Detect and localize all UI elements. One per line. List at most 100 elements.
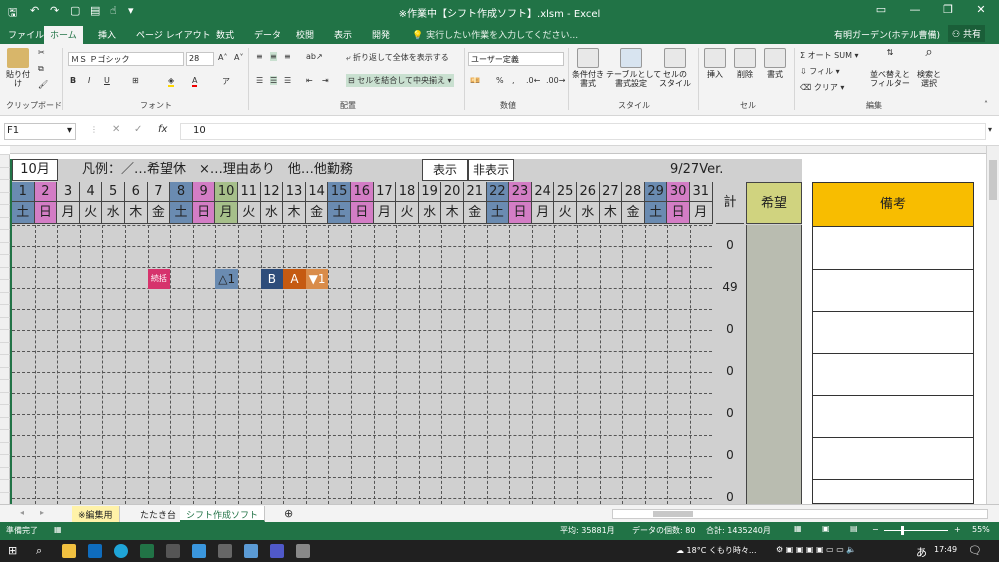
weekday-cell[interactable]: 日 bbox=[509, 202, 532, 224]
day-cell[interactable]: 27 bbox=[599, 182, 623, 202]
tab-formulas[interactable]: 数式 bbox=[216, 28, 234, 41]
app-icon[interactable] bbox=[166, 544, 180, 558]
weekday-cell[interactable]: 木 bbox=[599, 202, 623, 224]
day-cell[interactable]: 16 bbox=[351, 182, 374, 202]
day-cell[interactable]: 25 bbox=[554, 182, 577, 202]
outlook-icon[interactable] bbox=[88, 544, 102, 558]
camera-icon[interactable] bbox=[218, 544, 232, 558]
page-layout-view-icon[interactable]: ▣ bbox=[822, 524, 830, 533]
total-header[interactable]: 計 bbox=[716, 182, 744, 224]
day-cell[interactable]: 20 bbox=[441, 182, 464, 202]
app-icon[interactable] bbox=[244, 544, 258, 558]
align-bottom-icon[interactable]: ≡ bbox=[284, 52, 291, 61]
weekday-cell[interactable]: 火 bbox=[79, 202, 103, 224]
number-format-select[interactable]: ユーザー定義 bbox=[468, 52, 564, 66]
day-cell[interactable]: 4 bbox=[79, 182, 103, 202]
day-cell[interactable]: 6 bbox=[125, 182, 148, 202]
sheet-tab-shift[interactable]: シフト作成ソフト bbox=[180, 506, 266, 522]
shrink-font-icon[interactable]: A˅ bbox=[234, 53, 243, 62]
tell-me-box[interactable]: 💡 実行したい作業を入力してください... bbox=[412, 28, 578, 41]
weekday-cell[interactable]: 月 bbox=[373, 202, 397, 224]
day-cell[interactable]: 26 bbox=[577, 182, 600, 202]
delete-cells-button[interactable]: 削除 bbox=[732, 48, 758, 79]
weekday-cell[interactable]: 土 bbox=[12, 202, 35, 224]
tab-developer[interactable]: 開発 bbox=[372, 28, 390, 41]
tab-review[interactable]: 校閲 bbox=[296, 28, 314, 41]
name-box[interactable]: F1 ▾ bbox=[4, 123, 76, 140]
tab-home[interactable]: ホーム bbox=[44, 26, 83, 44]
file-explorer-icon[interactable] bbox=[62, 544, 76, 558]
scroll-thumb[interactable] bbox=[989, 160, 997, 200]
weather-widget[interactable]: ☁ 18°C くもり時々... bbox=[676, 545, 756, 556]
shift-mark[interactable]: ▼1 bbox=[305, 269, 329, 289]
add-sheet-icon[interactable]: ⊕ bbox=[284, 507, 293, 520]
align-center-icon[interactable]: ☰ bbox=[270, 76, 278, 85]
decrease-decimal-icon[interactable]: .00→ bbox=[546, 76, 565, 85]
weekday-cell[interactable]: 日 bbox=[192, 202, 216, 224]
day-cell[interactable]: 17 bbox=[373, 182, 397, 202]
weekday-cell[interactable]: 月 bbox=[690, 202, 713, 224]
row-headers[interactable] bbox=[0, 154, 10, 504]
comma-icon[interactable]: , bbox=[512, 76, 515, 85]
weekday-cell[interactable]: 土 bbox=[644, 202, 668, 224]
insert-function-icon[interactable]: fx bbox=[158, 124, 167, 135]
legend-text[interactable]: 凡例：／…希望休 ×…理由あり 他…他勤務 bbox=[82, 159, 422, 181]
weekday-cell[interactable]: 土 bbox=[328, 202, 351, 224]
weekday-cell[interactable]: 木 bbox=[125, 202, 148, 224]
zoom-level[interactable]: 55% bbox=[972, 525, 990, 534]
underline-icon[interactable]: U bbox=[104, 76, 110, 85]
bold-icon[interactable]: B bbox=[70, 76, 76, 85]
conditional-format-button[interactable]: 条件付き 書式 bbox=[570, 48, 606, 88]
day-cell[interactable]: 14 bbox=[305, 182, 329, 202]
ime-indicator[interactable]: あ bbox=[916, 544, 927, 560]
weekday-cell[interactable]: 月 bbox=[531, 202, 555, 224]
autosum-button[interactable]: Σ オート SUM ▾ bbox=[800, 50, 859, 61]
total-cell[interactable]: 0 bbox=[716, 319, 744, 339]
day-cell[interactable]: 7 bbox=[147, 182, 171, 202]
font-color-icon[interactable]: A bbox=[192, 76, 198, 87]
wish-column[interactable] bbox=[746, 225, 802, 504]
currency-icon[interactable]: 💴 bbox=[470, 76, 480, 85]
insert-cells-button[interactable]: 挿入 bbox=[702, 48, 728, 79]
shift-mark[interactable]: △1 bbox=[215, 269, 238, 289]
weekday-cell[interactable]: 木 bbox=[283, 202, 306, 224]
cut-icon[interactable]: ✂ bbox=[38, 48, 45, 57]
teams-icon[interactable] bbox=[270, 544, 284, 558]
hscroll-thumb[interactable] bbox=[653, 511, 693, 517]
day-cell[interactable]: 12 bbox=[260, 182, 284, 202]
ribbon-display-icon[interactable]: ▭ bbox=[866, 3, 896, 16]
total-cell[interactable]: 0 bbox=[716, 235, 744, 255]
align-top-icon[interactable]: ≡ bbox=[256, 52, 263, 61]
tab-data[interactable]: データ bbox=[254, 28, 281, 41]
cancel-icon[interactable]: ✕ bbox=[112, 124, 120, 135]
total-cell[interactable]: 0 bbox=[716, 487, 744, 504]
weekday-cell[interactable]: 金 bbox=[464, 202, 487, 224]
grow-font-icon[interactable]: A˄ bbox=[218, 53, 227, 62]
indent-increase-icon[interactable]: ⇥ bbox=[322, 76, 329, 85]
italic-icon[interactable]: I bbox=[88, 76, 90, 85]
day-cell[interactable]: 29 bbox=[644, 182, 668, 202]
wish-header[interactable]: 希望 bbox=[746, 182, 802, 224]
weekday-cell[interactable]: 火 bbox=[396, 202, 419, 224]
find-select-button[interactable]: ⌕ 検索と 選択 bbox=[914, 46, 944, 88]
excel-icon[interactable] bbox=[140, 544, 154, 558]
day-cell[interactable]: 31 bbox=[690, 182, 713, 202]
worksheet[interactable]: 10月 凡例：／…希望休 ×…理由あり 他…他勤務 表示 非表示 9/27Ver… bbox=[0, 146, 999, 504]
format-cells-button[interactable]: 書式 bbox=[762, 48, 788, 79]
weekday-cell[interactable]: 火 bbox=[554, 202, 577, 224]
show-button[interactable]: 表示 bbox=[422, 159, 468, 181]
phonetic-icon[interactable]: ア bbox=[222, 76, 230, 87]
day-cell[interactable]: 5 bbox=[102, 182, 125, 202]
wrap-text-button[interactable]: ⤶ 折り返して全体を表示する bbox=[346, 52, 449, 63]
tab-file[interactable]: ファイル bbox=[8, 28, 44, 41]
share-button[interactable]: ⚇ 共有 bbox=[948, 25, 985, 42]
version-label[interactable]: 9/27Ver. bbox=[670, 159, 746, 181]
day-cell[interactable]: 15 bbox=[328, 182, 351, 202]
align-right-icon[interactable]: ☰ bbox=[284, 76, 291, 85]
weekday-cell[interactable]: 日 bbox=[351, 202, 374, 224]
shift-mark[interactable]: 続括 bbox=[147, 269, 171, 289]
notes-header[interactable]: 備考 bbox=[813, 183, 973, 227]
day-cell[interactable]: 13 bbox=[283, 182, 306, 202]
normal-view-icon[interactable]: ▦ bbox=[794, 524, 802, 533]
calculator-icon[interactable] bbox=[296, 544, 310, 558]
